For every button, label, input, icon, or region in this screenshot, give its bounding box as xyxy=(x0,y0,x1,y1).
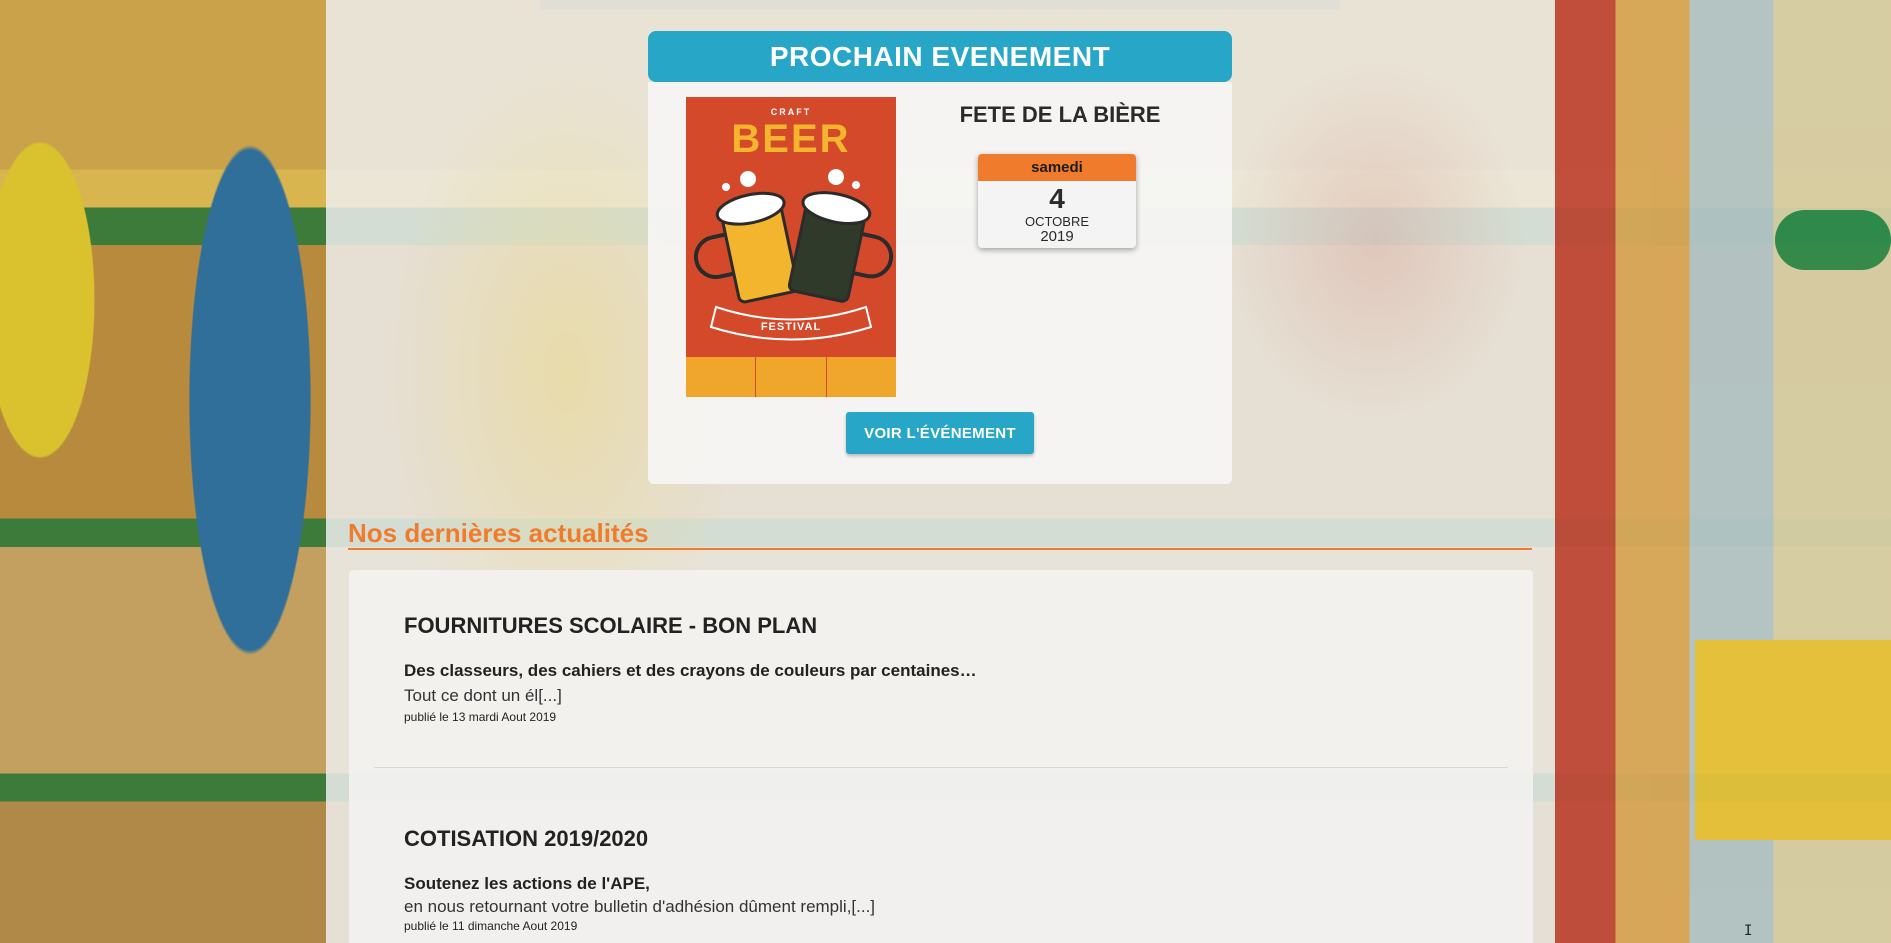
poster-footer-cell xyxy=(827,357,896,397)
article-lead: Soutenez les actions de l'APE, xyxy=(404,874,650,893)
event-day-number: 4 xyxy=(1049,183,1065,214)
article-title[interactable]: FOURNITURES SCOLAIRE - BON PLAN xyxy=(404,613,1504,639)
next-event-card: CRAFT BEER FESTIVAL FETE DE LA BIÈRE sam… xyxy=(648,82,1232,484)
event-poster-image[interactable]: CRAFT BEER FESTIVAL xyxy=(686,97,896,397)
poster-beer-text: BEER xyxy=(731,117,851,161)
background-photo-right xyxy=(1555,0,1891,943)
view-event-button[interactable]: VOIR L'ÉVÉNEMENT xyxy=(846,412,1034,454)
poster-footer xyxy=(686,357,896,397)
event-date-box: samedi 4 OCTOBRE 2019 xyxy=(978,154,1136,248)
poster-craft-text: CRAFT xyxy=(770,107,812,117)
event-month: OCTOBRE xyxy=(1024,214,1090,229)
article-title[interactable]: COTISATION 2019/2020 xyxy=(404,826,1504,852)
news-heading-underline xyxy=(348,548,1532,550)
text-cursor-icon: I xyxy=(1744,923,1753,939)
next-event-header: PROCHAIN EVENEMENT xyxy=(648,31,1232,82)
news-article[interactable]: COTISATION 2019/2020 Soutenez les action… xyxy=(404,826,1504,933)
article-date: publié le 13 mardi Aout 2019 xyxy=(404,710,557,724)
news-article[interactable]: FOURNITURES SCOLAIRE - BON PLAN Des clas… xyxy=(404,613,1504,724)
poster-footer-cell xyxy=(686,357,757,397)
top-strip xyxy=(540,0,1340,10)
event-title: FETE DE LA BIÈRE xyxy=(959,102,1161,127)
news-section-heading: Nos dernières actualités xyxy=(348,518,649,548)
article-date: publié le 11 dimanche Aout 2019 xyxy=(404,919,578,933)
poster-festival-text: FESTIVAL xyxy=(760,321,822,333)
event-weekday: samedi xyxy=(978,154,1136,181)
event-year: 2019 xyxy=(1040,228,1074,245)
article-lead: Des classeurs, des cahiers et des crayon… xyxy=(404,661,977,680)
article-excerpt: en nous retournant votre bulletin d'adhé… xyxy=(404,897,876,916)
article-divider xyxy=(374,767,1508,768)
news-list: FOURNITURES SCOLAIRE - BON PLAN Des clas… xyxy=(349,570,1533,943)
article-excerpt: Tout ce dont un él[...] xyxy=(404,686,562,705)
poster-footer-cell xyxy=(756,357,827,397)
